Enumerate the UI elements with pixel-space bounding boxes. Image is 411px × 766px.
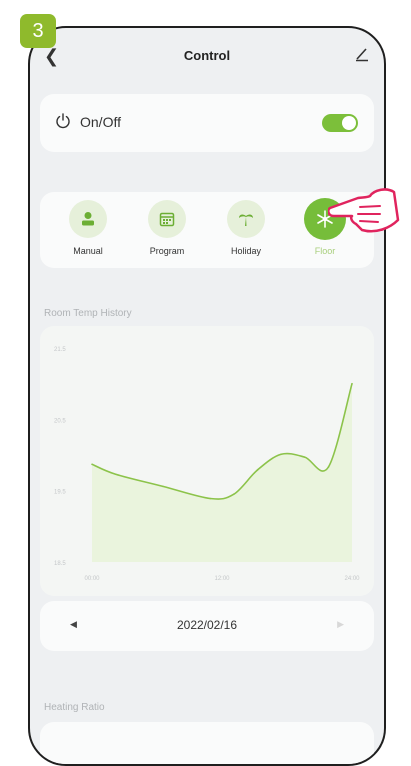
mode-manual-label: Manual: [73, 246, 103, 256]
calendar-icon: [148, 200, 186, 238]
date-navigator: ◀ 2022/02/16 ▶: [40, 601, 374, 651]
data-point: [114, 473, 117, 476]
x-tick-label: 12:00: [214, 576, 230, 582]
data-point: [209, 497, 211, 500]
data-point: [91, 463, 93, 466]
power-toggle[interactable]: [322, 114, 358, 132]
page-title: Control: [183, 48, 231, 63]
date-label: 2022/02/16: [176, 618, 238, 632]
series-area: [92, 383, 352, 562]
mode-floor-label: Floor: [314, 246, 336, 256]
pencil-icon[interactable]: [354, 46, 370, 62]
temp-history-chart: 21.5 20.5 19.5 18.5 00:00 12:00 24:00: [40, 326, 374, 596]
y-tick-label: 18.5: [54, 561, 66, 567]
data-point: [351, 382, 353, 385]
step-badge: 3: [20, 14, 56, 48]
power-label: On/Off: [80, 114, 121, 130]
x-tick-label: 00:00: [84, 576, 100, 582]
mode-program[interactable]: Program: [137, 200, 197, 256]
power-icon: [56, 113, 70, 129]
mode-manual[interactable]: Manual: [58, 200, 118, 256]
pointing-hand-icon: [328, 188, 400, 233]
caret-right-icon[interactable]: ▶: [337, 619, 344, 630]
chart-svg: 21.5 20.5 19.5 18.5 00:00 12:00 24:00: [54, 347, 360, 582]
header: ❮ Control: [30, 28, 384, 86]
data-point: [280, 453, 282, 456]
mode-holiday[interactable]: Holiday: [216, 200, 276, 256]
person-icon: [69, 200, 107, 238]
y-tick-label: 20.5: [54, 418, 66, 424]
mode-holiday-label: Holiday: [230, 246, 261, 256]
y-tick-label: 21.5: [54, 347, 66, 353]
palm-tree-icon: [227, 200, 265, 238]
heating-ratio-card: [40, 722, 374, 764]
mode-program-label: Program: [149, 246, 185, 256]
power-card: On/Off: [40, 94, 374, 152]
data-point: [303, 456, 306, 458]
data-point: [256, 469, 259, 471]
history-title: Room Temp History: [44, 308, 132, 319]
phone-frame: ❮ Control On/Off Manual Program Holiday …: [28, 26, 386, 766]
data-point: [233, 493, 235, 496]
data-point: [327, 466, 330, 468]
y-tick-label: 19.5: [54, 490, 66, 496]
mode-selector: Manual Program Holiday Floor: [40, 192, 374, 268]
toggle-knob: [342, 116, 356, 130]
data-point: [162, 485, 164, 488]
x-tick-label: 24:00: [344, 576, 360, 582]
heating-title: Heating Ratio: [44, 702, 105, 713]
